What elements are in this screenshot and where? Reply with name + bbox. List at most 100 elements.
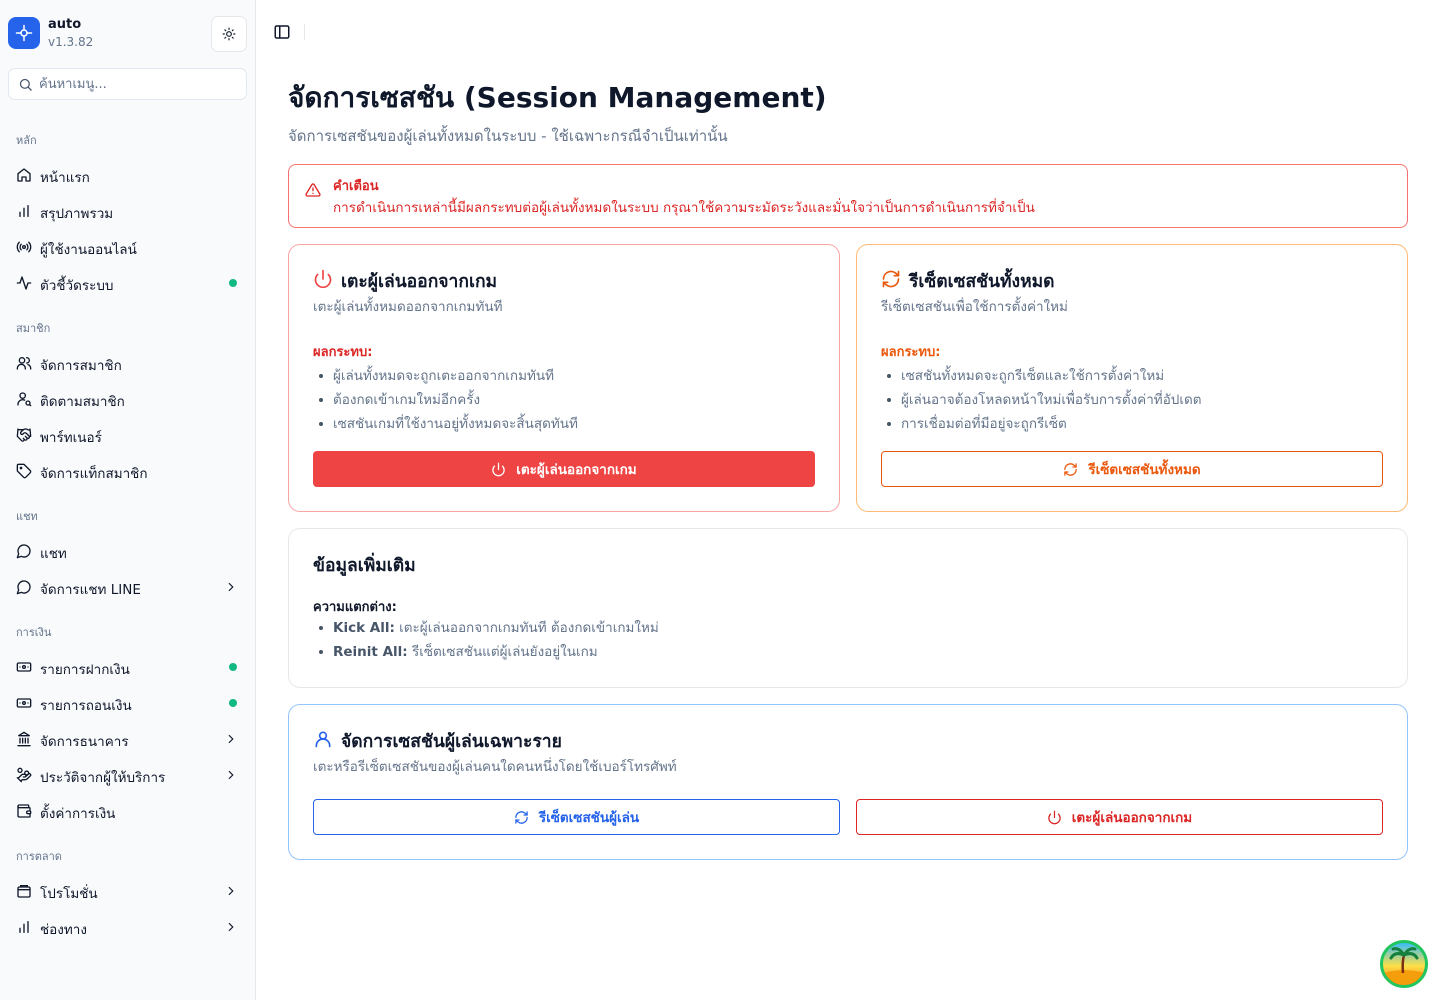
list-item: Kick All: เตะผู้เล่นออกจากเกมทันที ต้องก… bbox=[313, 617, 659, 641]
nav-item-promo[interactable]: โปรโมชั่น bbox=[8, 875, 248, 907]
nav-label-metrics: ตัวชี้วัดระบบ bbox=[40, 278, 114, 294]
warning-alert: คำเตือน การดำเนินการเหล่านี้มีผลกระทบต่อ… bbox=[288, 164, 1408, 228]
nav-label-partner: พาร์ทเนอร์ bbox=[40, 430, 102, 446]
message-circle-icon bbox=[16, 579, 32, 595]
info-text: รีเซ็ตเซสชันแต่ผู้เล่นยังอยู่ในเกม bbox=[411, 644, 598, 660]
info-diff-label: ความแตกต่าง: bbox=[313, 600, 397, 615]
menu-search-input[interactable] bbox=[39, 73, 239, 95]
list-item: เซสชันทั้งหมดจะถูกรีเซ็ตและใช้การตั้งค่า… bbox=[881, 365, 1202, 389]
section-marketing: การตลาด bbox=[16, 850, 62, 863]
info-title: ข้อมูลเพิ่มเติม bbox=[313, 556, 416, 576]
reset-all-desc: รีเซ็ตเซสชันเพื่อใช้การตั้งค่าใหม่ bbox=[881, 299, 1068, 315]
nav-item-tags[interactable]: จัดการแท็กสมาชิก bbox=[8, 455, 248, 487]
brand-logo-icon[interactable] bbox=[8, 17, 40, 49]
message-circle-icon bbox=[16, 543, 32, 559]
nav-label-line-chat: จัดการแชท LINE bbox=[40, 582, 141, 598]
section-members: สมาชิก bbox=[16, 322, 51, 335]
user-icon bbox=[315, 731, 331, 748]
nav-item-online[interactable]: ผู้ใช้งานออนไลน์ bbox=[8, 231, 248, 263]
broadcast-icon bbox=[16, 239, 32, 255]
kick-player-label: เตะผู้เล่นออกจากเกม bbox=[1071, 810, 1193, 826]
power-icon bbox=[314, 269, 332, 289]
hand-coins-icon bbox=[16, 767, 32, 783]
palm-tree-icon bbox=[1383, 947, 1425, 985]
reset-all-title: รีเซ็ตเซสชันทั้งหมด bbox=[909, 272, 1055, 292]
chevron-right-icon bbox=[228, 886, 234, 896]
kick-all-title: เตะผู้เล่นออกจากเกม bbox=[341, 272, 498, 292]
nav-item-line-chat[interactable]: จัดการแชท LINE bbox=[8, 571, 248, 603]
nav-label-home: หน้าแรก bbox=[40, 170, 90, 186]
handshake-icon bbox=[16, 427, 32, 443]
chevron-right-icon bbox=[228, 582, 234, 592]
player-session-desc: เตะหรือรีเซ็ตเซสชันของผู้เล่นคนใดคนหนึ่ง… bbox=[313, 759, 677, 775]
wallet-icon bbox=[16, 803, 32, 819]
player-session-card: จัดการเซสชันผู้เล่นเฉพาะราย เตะหรือรีเซ็… bbox=[288, 704, 1408, 860]
chevron-right-icon bbox=[228, 734, 234, 744]
tag-icon bbox=[16, 463, 32, 479]
nav-label-follow: ติดตามสมาชิก bbox=[40, 394, 125, 410]
brand: auto v1.3.82 bbox=[8, 16, 248, 52]
menu-search bbox=[8, 68, 247, 100]
nav-item-finance-settings[interactable]: ตั้งค่าการเงิน bbox=[8, 795, 248, 827]
cash-out-icon bbox=[16, 695, 32, 711]
page-subtitle: จัดการเซสชันของผู้เล่นทั้งหมดในระบบ - ใช… bbox=[288, 127, 728, 145]
nav-label-provider: ประวัติจากผู้ให้บริการ bbox=[40, 770, 166, 786]
section-chat: แชท bbox=[16, 510, 38, 523]
refresh-icon bbox=[515, 810, 528, 824]
nav-item-follow[interactable]: ติดตามสมาชิก bbox=[8, 383, 248, 415]
refresh-icon bbox=[1064, 462, 1078, 476]
reset-player-session-label: รีเซ็ตเซสชันผู้เล่น bbox=[538, 810, 640, 826]
alert-triangle-icon bbox=[305, 183, 321, 197]
power-icon bbox=[492, 462, 506, 476]
kick-player-button[interactable]: เตะผู้เล่นออกจากเกม bbox=[856, 799, 1383, 835]
kick-all-button[interactable]: เตะผู้เล่นออกจากเกม bbox=[313, 451, 815, 487]
reset-all-button[interactable]: รีเซ็ตเซสชันทั้งหมด bbox=[881, 451, 1383, 487]
topbar-divider bbox=[304, 24, 305, 40]
nav-item-metrics[interactable]: ตัวชี้วัดระบบ bbox=[8, 267, 248, 299]
nav-label-withdraw: รายการถอนเงิน bbox=[40, 698, 132, 714]
info-card: ข้อมูลเพิ่มเติม ความแตกต่าง: Kick All: เ… bbox=[288, 528, 1408, 688]
info-term: Reinit All: bbox=[333, 644, 408, 660]
info-term: Kick All: bbox=[333, 620, 395, 636]
sidebar-toggle-button[interactable] bbox=[270, 20, 294, 44]
nav-item-withdraw[interactable]: รายการถอนเงิน bbox=[8, 687, 248, 719]
search-icon bbox=[19, 78, 32, 91]
info-diff-list: Kick All: เตะผู้เล่นออกจากเกมทันที ต้องก… bbox=[313, 617, 659, 665]
section-main: หลัก bbox=[16, 134, 37, 147]
floating-avatar-button[interactable] bbox=[1380, 940, 1428, 988]
section-finance: การเงิน bbox=[16, 626, 52, 639]
nav-item-partner[interactable]: พาร์ทเนอร์ bbox=[8, 419, 248, 451]
reset-all-button-label: รีเซ็ตเซสชันทั้งหมด bbox=[1088, 462, 1201, 478]
nav-item-channel[interactable]: ช่องทาง bbox=[8, 911, 248, 943]
reset-player-session-button[interactable]: รีเซ็ตเซสชันผู้เล่น bbox=[313, 799, 840, 835]
reset-all-impact-label: ผลกระทบ: bbox=[881, 345, 941, 360]
home-icon bbox=[16, 167, 32, 183]
kick-all-desc: เตะผู้เล่นทั้งหมดออกจากเกมทันที bbox=[313, 299, 503, 315]
nav-item-provider[interactable]: ประวัติจากผู้ให้บริการ bbox=[8, 759, 248, 791]
list-item: เซสชันเกมที่ใช้งานอยู่ทั้งหมดจะสิ้นสุดทั… bbox=[313, 413, 578, 437]
wallet-cards-icon bbox=[16, 883, 32, 899]
kick-all-card: เตะผู้เล่นออกจากเกม เตะผู้เล่นทั้งหมดออก… bbox=[288, 244, 840, 512]
page-title: จัดการเซสชัน (Session Management) bbox=[288, 81, 827, 114]
nav-item-deposit[interactable]: รายการฝากเงิน bbox=[8, 651, 248, 683]
nav-item-home[interactable]: หน้าแรก bbox=[8, 159, 248, 191]
nav-item-bank[interactable]: จัดการธนาคาร bbox=[8, 723, 248, 755]
list-item: การเชื่อมต่อที่มีอยู่จะถูกรีเซ็ต bbox=[881, 413, 1202, 437]
nav-item-overview[interactable]: สรุปภาพรวม bbox=[8, 195, 248, 227]
user-search-icon bbox=[16, 391, 32, 407]
info-text: เตะผู้เล่นออกจากเกมทันที ต้องกดเข้าเกมให… bbox=[399, 620, 659, 636]
nav-label-members: จัดการสมาชิก bbox=[40, 358, 122, 374]
nav-label-overview: สรุปภาพรวม bbox=[40, 206, 114, 222]
theme-toggle-button[interactable] bbox=[211, 16, 247, 52]
status-dot bbox=[229, 663, 237, 671]
nav-item-members[interactable]: จัดการสมาชิก bbox=[8, 347, 248, 379]
users-icon bbox=[16, 355, 32, 371]
alert-text: การดำเนินการเหล่านี้มีผลกระทบต่อผู้เล่นท… bbox=[333, 200, 1035, 216]
list-item: ผู้เล่นทั้งหมดจะถูกเตะออกจากเกมทันที bbox=[313, 365, 578, 389]
nav-label-promo: โปรโมชั่น bbox=[40, 886, 98, 902]
reset-all-impact-list: เซสชันทั้งหมดจะถูกรีเซ็ตและใช้การตั้งค่า… bbox=[881, 365, 1202, 437]
list-item: ผู้เล่นอาจต้องโหลดหน้าใหม่เพื่อรับการตั้… bbox=[881, 389, 1202, 413]
nav-label-tags: จัดการแท็กสมาชิก bbox=[40, 466, 148, 482]
status-dot bbox=[229, 699, 237, 707]
nav-item-chat[interactable]: แชท bbox=[8, 535, 248, 567]
